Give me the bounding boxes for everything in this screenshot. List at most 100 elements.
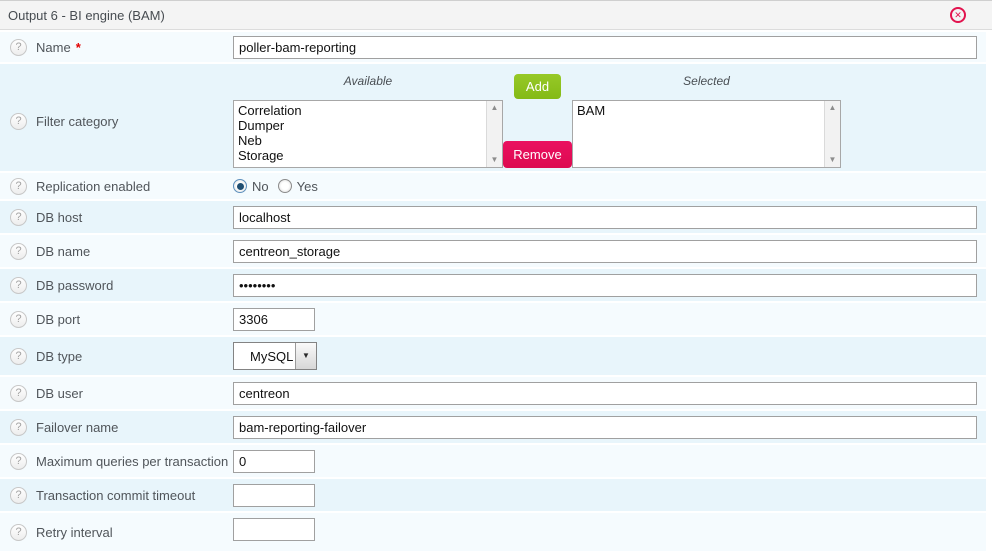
commit-timeout-input[interactable] xyxy=(233,484,315,507)
db-user-input[interactable] xyxy=(233,382,977,405)
scroll-up-icon[interactable]: ▲ xyxy=(491,104,499,112)
retry-interval-input[interactable] xyxy=(233,518,315,541)
label-cell: ? DB host xyxy=(0,209,233,226)
scroll-up-icon[interactable]: ▲ xyxy=(829,104,837,112)
help-icon[interactable]: ? xyxy=(10,385,27,402)
select-value: MySQL xyxy=(234,349,295,364)
label-cell: ? DB password xyxy=(0,277,233,294)
available-items: CorrelationDumperNebStorage xyxy=(234,101,485,163)
help-icon[interactable]: ? xyxy=(10,277,27,294)
list-item[interactable]: Neb xyxy=(238,133,485,148)
failover-name-input[interactable] xyxy=(233,416,977,439)
label-cell: ? Maximum queries per transaction xyxy=(0,453,233,470)
db-name-input[interactable] xyxy=(233,240,977,263)
row-replication-enabled: ? Replication enabled No Yes xyxy=(0,173,986,199)
max-queries-input[interactable] xyxy=(233,450,315,473)
label-cell: ? DB name xyxy=(0,243,233,260)
db-type-select[interactable]: MySQL ▼ xyxy=(233,342,317,370)
scrollbar[interactable]: ▲ ▼ xyxy=(824,101,840,167)
field-label: DB user xyxy=(36,386,83,401)
list-item[interactable]: Correlation xyxy=(238,103,485,118)
radio-no-label[interactable]: No xyxy=(252,179,269,194)
selected-caption: Selected xyxy=(572,74,841,89)
help-icon[interactable]: ? xyxy=(10,453,27,470)
radio-yes-label[interactable]: Yes xyxy=(297,179,318,194)
field-label: DB host xyxy=(36,210,82,225)
label-cell: ? DB port xyxy=(0,311,233,328)
db-host-input[interactable] xyxy=(233,206,977,229)
list-item[interactable]: BAM xyxy=(577,103,823,118)
field-label: Failover name xyxy=(36,420,118,435)
row-db-type: ? DB type MySQL ▼ xyxy=(0,337,986,375)
required-mark: * xyxy=(76,40,81,55)
form-rows: ? Name * ? Filter category Available Cor… xyxy=(0,30,992,551)
replication-radio-group: No Yes xyxy=(233,179,327,194)
field-label: DB password xyxy=(36,278,113,293)
radio-no[interactable] xyxy=(233,179,247,193)
broker-output-form: Output 6 - BI engine (BAM) ✕ ? Name * ? … xyxy=(0,0,992,551)
label-cell: ? Retry interval xyxy=(0,518,233,546)
row-retry-interval: ? Retry interval xyxy=(0,513,986,551)
row-max-queries: ? Maximum queries per transaction xyxy=(0,445,986,477)
row-commit-timeout: ? Transaction commit timeout xyxy=(0,479,986,511)
label-cell: ? Transaction commit timeout xyxy=(0,487,233,504)
row-name: ? Name * xyxy=(0,32,986,62)
available-column: Available CorrelationDumperNebStorage ▲ … xyxy=(233,74,503,168)
row-db-name: ? DB name xyxy=(0,235,986,267)
field-label: DB name xyxy=(36,244,90,259)
help-icon[interactable]: ? xyxy=(10,243,27,260)
label-cell: ? DB type xyxy=(0,348,233,365)
list-item[interactable]: Storage xyxy=(238,148,485,163)
row-db-user: ? DB user xyxy=(0,377,986,409)
scroll-down-icon[interactable]: ▼ xyxy=(829,156,837,164)
selected-items: BAM xyxy=(573,101,823,118)
row-db-password: ? DB password xyxy=(0,269,986,301)
available-listbox[interactable]: CorrelationDumperNebStorage ▲ ▼ xyxy=(233,100,503,168)
help-icon[interactable]: ? xyxy=(10,487,27,504)
help-icon[interactable]: ? xyxy=(10,311,27,328)
label-cell: ? DB user xyxy=(0,385,233,402)
chevron-down-icon: ▼ xyxy=(302,352,310,360)
field-label: Maximum queries per transaction xyxy=(36,454,228,469)
label-cell: ? Name * xyxy=(0,39,233,56)
help-icon[interactable]: ? xyxy=(10,419,27,436)
help-icon[interactable]: ? xyxy=(10,39,27,56)
remove-button[interactable]: Remove xyxy=(503,141,571,168)
close-icon[interactable]: ✕ xyxy=(950,7,966,23)
add-button[interactable]: Add xyxy=(514,74,561,99)
field-label: Filter category xyxy=(36,114,118,129)
label-cell: ? Filter category xyxy=(0,74,233,168)
help-icon[interactable]: ? xyxy=(10,348,27,365)
row-db-host: ? DB host xyxy=(0,201,986,233)
name-input[interactable] xyxy=(233,36,977,59)
field-label: Retry interval xyxy=(36,525,113,540)
field-label: DB type xyxy=(36,349,82,364)
help-icon[interactable]: ? xyxy=(10,209,27,226)
row-db-port: ? DB port xyxy=(0,303,986,335)
selected-listbox[interactable]: BAM ▲ ▼ xyxy=(572,100,841,168)
help-icon[interactable]: ? xyxy=(10,524,27,541)
scroll-down-icon[interactable]: ▼ xyxy=(491,156,499,164)
row-filter-category: ? Filter category Available CorrelationD… xyxy=(0,64,986,171)
field-label: DB port xyxy=(36,312,80,327)
field-label: Transaction commit timeout xyxy=(36,488,195,503)
row-failover-name: ? Failover name xyxy=(0,411,986,443)
selected-column: Selected BAM ▲ ▼ xyxy=(572,74,841,168)
field-label: Replication enabled xyxy=(36,179,150,194)
available-caption: Available xyxy=(233,74,503,89)
field-label: Name xyxy=(36,40,71,55)
list-item[interactable]: Dumper xyxy=(238,118,485,133)
scrollbar[interactable]: ▲ ▼ xyxy=(486,101,502,167)
section-header: Output 6 - BI engine (BAM) ✕ xyxy=(0,0,992,30)
transfer-buttons: Add Remove xyxy=(503,74,572,168)
label-cell: ? Failover name xyxy=(0,419,233,436)
label-cell: ? Replication enabled xyxy=(0,178,233,195)
select-dropdown-button[interactable]: ▼ xyxy=(295,343,316,369)
radio-yes[interactable] xyxy=(278,179,292,193)
dual-list: Available CorrelationDumperNebStorage ▲ … xyxy=(233,74,841,168)
help-icon[interactable]: ? xyxy=(10,113,27,130)
db-port-input[interactable] xyxy=(233,308,315,331)
db-password-input[interactable] xyxy=(233,274,977,297)
help-icon[interactable]: ? xyxy=(10,178,27,195)
section-title: Output 6 - BI engine (BAM) xyxy=(8,8,165,23)
